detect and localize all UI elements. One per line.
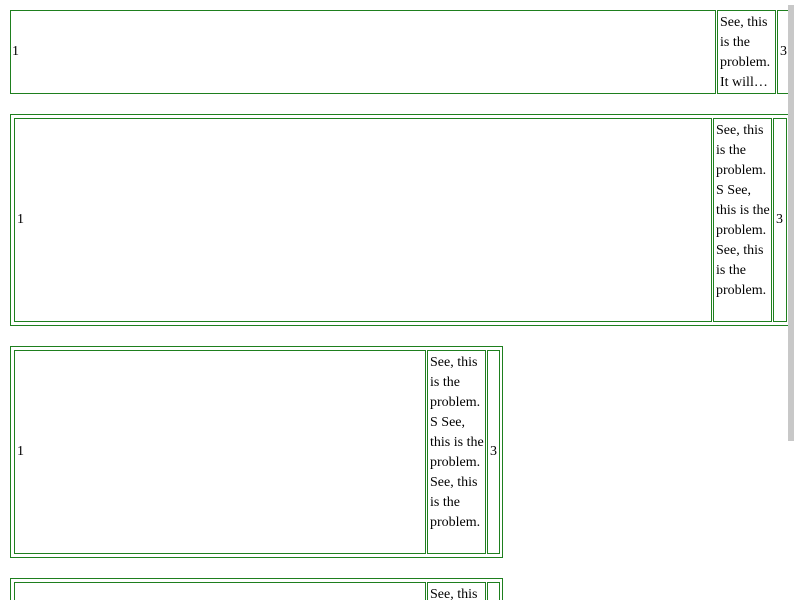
- row2-left-number: 1: [17, 212, 24, 227]
- row1-middle-text: See, this is the problem. It will…: [720, 15, 771, 90]
- row3-middle-text: See, this is the problem. S See, this is…: [430, 355, 484, 530]
- row3-right-number: 3: [490, 444, 497, 459]
- row4-cell-right: [487, 582, 500, 600]
- row2-right-number: 3: [776, 212, 783, 227]
- row3-left-number: 1: [17, 444, 24, 459]
- row2-cell-right: 3: [773, 118, 787, 322]
- row3-cell-right: 3: [487, 350, 500, 554]
- row1-cell-middle: See, this is the problem. It will…: [717, 10, 776, 94]
- row1-cell-left: 1: [10, 10, 716, 94]
- row2-cell-left: 1: [14, 118, 712, 322]
- row2-cell-middle: See, this is the problem. S See, this is…: [713, 118, 772, 322]
- row4-middle-text: See, this: [430, 587, 478, 600]
- row4-cell-middle: See, this: [427, 582, 486, 600]
- vertical-scrollbar[interactable]: [788, 5, 794, 441]
- row1-right-number: 3: [780, 44, 787, 59]
- row1-left-number: 1: [12, 44, 19, 59]
- row2-middle-text: See, this is the problem. S See, this is…: [716, 123, 770, 298]
- row3-cell-left: 1: [14, 350, 426, 554]
- page: 1 See, this is the problem. It will… 3 1…: [0, 0, 800, 600]
- row4-cell-left: [14, 582, 426, 600]
- row3-cell-middle: See, this is the problem. S See, this is…: [427, 350, 486, 554]
